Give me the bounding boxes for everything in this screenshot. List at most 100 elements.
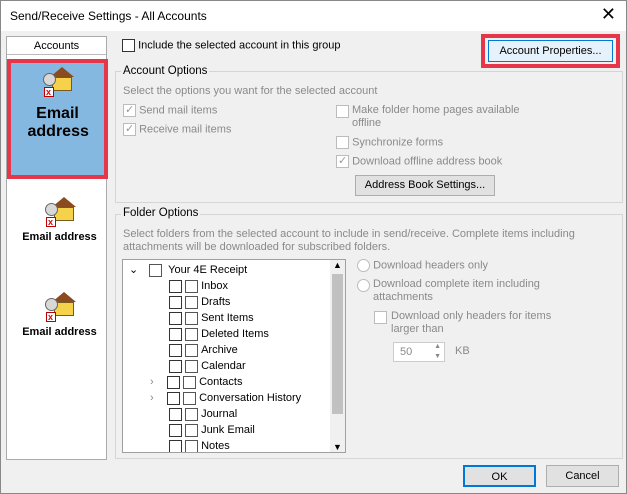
contacts-icon — [183, 375, 197, 389]
spin-down-icon[interactable]: ▼ — [434, 353, 441, 360]
chevron-down-icon[interactable]: ⌄ — [129, 264, 138, 276]
tree-root[interactable]: ⌄ Your 4E Receipt — [129, 262, 247, 278]
folder-icon — [185, 311, 199, 325]
account-building-icon: x — [44, 292, 76, 324]
folder-checkbox[interactable] — [169, 407, 182, 421]
folder-row-inbox[interactable]: Inbox — [169, 278, 228, 294]
junk-icon — [185, 423, 199, 437]
account-options-legend: Account Options — [121, 65, 210, 77]
folder-icon — [185, 407, 199, 421]
folder-row-deleted[interactable]: Deleted Items — [169, 326, 269, 342]
chevron-right-icon[interactable]: › — [150, 390, 167, 406]
folder-options-legend: Folder Options — [121, 207, 201, 219]
folder-options-hint: Select folders from the selected account… — [123, 228, 575, 253]
account-label: Email address — [22, 326, 97, 338]
close-icon[interactable]: ✕ — [601, 5, 616, 23]
title-bar: Send/Receive Settings - All Accounts ✕ — [1, 1, 626, 31]
folder-row-journal[interactable]: Journal — [169, 406, 237, 422]
mailbox-icon — [149, 263, 163, 277]
folder-row-junk[interactable]: Junk Email — [169, 422, 255, 438]
folder-checkbox[interactable] — [169, 359, 182, 373]
folder-checkbox[interactable] — [169, 423, 182, 437]
folder-checkbox[interactable] — [169, 295, 182, 309]
accounts-header: Accounts — [7, 37, 106, 55]
make-folder-home-row: Make folder home pages available offline — [336, 104, 546, 130]
folder-checkbox[interactable] — [169, 439, 182, 452]
folder-row-contacts[interactable]: › Contacts — [150, 374, 242, 390]
trash-icon — [185, 327, 199, 341]
download-complete-row: Download complete item including attachm… — [357, 278, 577, 304]
folder-label: Sent Items — [201, 312, 254, 324]
include-group-label: Include the selected account in this gro… — [138, 39, 341, 52]
folder-checkbox[interactable] — [167, 375, 180, 389]
accounts-pane: Accounts x Email address x Email address… — [6, 36, 108, 460]
download-headers-label: Download headers only — [373, 259, 489, 272]
download-headers-radio[interactable] — [357, 259, 370, 272]
scroll-up-icon[interactable]: ▲ — [333, 260, 342, 270]
account-options-hint: Select the options you want for the sele… — [123, 85, 378, 97]
download-complete-label: Download complete item including attachm… — [373, 278, 540, 303]
make-folder-home-label: Make folder home pages available offline — [352, 104, 520, 129]
receive-mail-checkbox[interactable] — [123, 122, 136, 136]
account-item-2[interactable]: x Email address — [12, 197, 107, 247]
folder-checkbox[interactable] — [169, 279, 182, 293]
folder-checkbox[interactable] — [169, 343, 182, 357]
window-title: Send/Receive Settings - All Accounts — [10, 9, 207, 23]
folder-label: Junk Email — [201, 424, 255, 436]
download-only-headers-row: Download only headers for items larger t… — [374, 310, 574, 336]
folder-tree[interactable]: ⌄ Your 4E Receipt Inbox Drafts Sent Item… — [122, 259, 346, 453]
account-properties-button[interactable]: Account Properties... — [488, 40, 613, 62]
size-spinner[interactable]: 50 ▲ ▼ — [393, 342, 445, 362]
download-only-headers-checkbox[interactable] — [374, 311, 387, 324]
tree-scrollbar[interactable]: ▲ ▼ — [330, 260, 345, 452]
account-item-1[interactable]: x Email address — [7, 59, 108, 179]
chevron-right-icon[interactable]: › — [150, 374, 167, 390]
folder-label: Deleted Items — [201, 328, 269, 340]
download-oab-label: Download offline address book — [352, 155, 503, 168]
synchronize-forms-label: Synchronize forms — [352, 136, 444, 149]
send-mail-label: Send mail items — [139, 104, 218, 117]
spin-up-icon[interactable]: ▲ — [434, 343, 441, 350]
folder-row-drafts[interactable]: Drafts — [169, 294, 230, 310]
include-group-row: Include the selected account in this gro… — [122, 39, 340, 52]
folder-icon — [185, 295, 199, 309]
account-item-3[interactable]: x Email address — [12, 292, 107, 342]
folder-row-archive[interactable]: Archive — [169, 342, 238, 358]
account-building-icon: x — [42, 67, 74, 99]
download-only-headers-label: Download only headers for items larger t… — [391, 310, 552, 335]
tree-root-label: Your 4E Receipt — [168, 264, 248, 276]
folder-checkbox[interactable] — [169, 311, 182, 325]
envelope-icon — [185, 279, 199, 293]
folder-checkbox[interactable] — [167, 391, 180, 405]
size-unit: KB — [455, 345, 470, 357]
scroll-thumb[interactable] — [332, 274, 343, 414]
download-complete-radio[interactable] — [357, 279, 370, 292]
folder-row-notes[interactable]: Notes — [169, 438, 230, 452]
folder-row-conversation[interactable]: › Conversation History — [150, 390, 301, 406]
address-book-settings-button[interactable]: Address Book Settings... — [355, 175, 495, 196]
folder-label: Inbox — [201, 280, 228, 292]
folder-row-sent[interactable]: Sent Items — [169, 310, 254, 326]
receive-mail-label: Receive mail items — [139, 123, 232, 136]
include-group-checkbox[interactable] — [122, 39, 135, 52]
cancel-button[interactable]: Cancel — [546, 465, 619, 487]
account-building-icon: x — [44, 197, 76, 229]
download-headers-row: Download headers only — [357, 259, 488, 272]
synchronize-forms-checkbox[interactable] — [336, 136, 349, 149]
make-folder-home-checkbox[interactable] — [336, 105, 349, 118]
folder-icon — [185, 439, 199, 452]
download-oab-checkbox[interactable] — [336, 154, 349, 168]
folder-checkbox[interactable] — [169, 327, 182, 341]
folder-row-calendar[interactable]: Calendar — [169, 358, 246, 374]
ok-button[interactable]: OK — [463, 465, 536, 487]
folder-label: Drafts — [201, 296, 231, 308]
scroll-down-icon[interactable]: ▼ — [333, 442, 342, 452]
folder-label: Journal — [201, 408, 238, 420]
account-label: Email address — [27, 105, 89, 140]
send-mail-checkbox[interactable] — [123, 103, 136, 117]
folder-label: Conversation History — [199, 392, 302, 404]
folder-icon — [185, 343, 199, 357]
folder-label: Notes — [201, 440, 230, 452]
folder-icon — [183, 391, 197, 405]
size-value: 50 — [400, 346, 413, 358]
